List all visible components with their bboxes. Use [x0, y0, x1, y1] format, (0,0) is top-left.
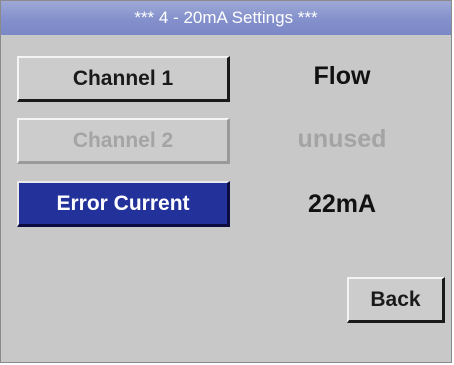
back-button[interactable]: Back — [347, 277, 445, 323]
channel-1-button[interactable]: Channel 1 — [17, 56, 230, 102]
channel-2-button[interactable]: Channel 2 — [17, 118, 230, 164]
error-current-value: 22mA — [307, 190, 377, 218]
screen-title: *** 4 - 20mA Settings *** — [1, 1, 451, 35]
settings-screen: *** 4 - 20mA Settings *** Channel 1 Flow… — [0, 0, 452, 363]
channel-1-value: Flow — [313, 62, 371, 90]
channel-2-value: unused — [297, 125, 387, 153]
error-current-button[interactable]: Error Current — [17, 181, 230, 227]
